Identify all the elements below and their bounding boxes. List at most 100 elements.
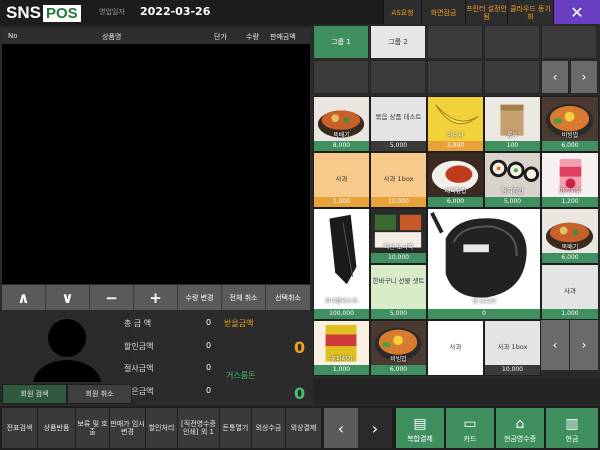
group-slot[interactable] <box>370 60 426 94</box>
chevron-right-icon: › <box>581 338 587 352</box>
product-name: 특선 도시락 <box>383 244 414 251</box>
cut-amount-value: 0 <box>206 363 212 372</box>
credit-collect-button[interactable]: 외상수금 <box>252 408 286 448</box>
group-slot[interactable] <box>313 60 369 94</box>
product-name: 뚝배기 <box>561 244 579 251</box>
product-tile[interactable]: 참치김밥 5,000 <box>484 152 541 208</box>
product-price: 5,000 <box>485 197 540 207</box>
group-slot[interactable] <box>484 60 540 94</box>
qty-change-button[interactable]: 수량 변경 <box>178 285 222 310</box>
card-payment-button[interactable]: ▭ 카드 <box>446 408 494 448</box>
product-return-button[interactable]: 상품반품 <box>38 408 76 448</box>
cash-payment-button[interactable]: ▥ 현금 <box>546 408 598 448</box>
product-tile[interactable]: 타이틀리스트 100,000 <box>313 208 370 320</box>
group-next-button[interactable]: › <box>570 60 598 94</box>
product-next-button[interactable]: › <box>570 320 598 370</box>
bank-icon: ⌂ <box>515 416 525 432</box>
product-name: 제육덮밥 <box>444 188 467 195</box>
cloud-sync-button[interactable]: 클라우드 동기화 <box>507 0 553 26</box>
product-tile[interactable]: 묶음 상품 테스트 5,000 <box>370 96 427 152</box>
hold-recall-button[interactable]: 보류 및 호출 <box>76 408 110 448</box>
product-tile[interactable]: 사과 1,000 <box>541 264 599 320</box>
product-tile[interactable]: 특선 도시락 10,000 <box>370 208 427 264</box>
product-tile[interactable]: 핑 G420 0 <box>427 208 541 320</box>
open-drawer-button[interactable]: 돈통열기 <box>220 408 252 448</box>
group-slot[interactable] <box>427 25 483 59</box>
product-tile[interactable]: 바나나 3,000 <box>427 96 484 152</box>
close-button[interactable]: ✕ <box>553 0 600 26</box>
product-grid: 뚝배기 8,000 묶음 상품 테스트 5,000 바나나 3,000 롱투 1… <box>313 96 600 376</box>
function-next-button[interactable]: › <box>358 408 392 448</box>
discount-button[interactable]: 할인처리 <box>146 408 178 448</box>
driver-icon <box>428 209 540 310</box>
group-prev-button[interactable]: ‹ <box>541 60 569 94</box>
product-tile[interactable]: 비빔밥 6,000 <box>370 320 427 376</box>
product-tile[interactable]: 한바구니 선물 셋트 5,000 <box>370 264 427 320</box>
cancel-all-button[interactable]: 전체 취소 <box>222 285 266 310</box>
item-list[interactable] <box>2 44 310 284</box>
group-slot[interactable] <box>541 25 597 59</box>
product-price: 8,000 <box>314 141 369 151</box>
screen-lock-button[interactable]: 화면잠금 <box>421 0 465 26</box>
product-price: 6,000 <box>428 197 483 207</box>
group-slot[interactable] <box>484 25 540 59</box>
printer-status-button[interactable]: 프린터 설정안됨 <box>465 0 507 26</box>
cash-receipt-button[interactable]: ⌂ 현금영수증 <box>496 408 544 448</box>
golf-club-icon <box>314 209 369 308</box>
multi-payment-label: 복합결제 <box>407 435 433 443</box>
col-product-name: 상품명 <box>102 33 122 41</box>
product-name: 핑 G420 <box>472 298 496 305</box>
group-tab-2[interactable]: 그룹 2 <box>370 25 426 59</box>
cancel-selected-button[interactable]: 선택취소 <box>266 285 310 310</box>
product-tile[interactable]: 비빔밥 6,000 <box>541 96 599 152</box>
product-price: 10,000 <box>371 197 426 207</box>
product-tile[interactable]: 딸기우유 1,200 <box>541 152 599 208</box>
product-name: 비빔밥 <box>561 132 579 139</box>
product-tile[interactable]: 사과 1box 10,000 <box>370 152 427 208</box>
receivable-amount-value: 0 <box>294 338 306 357</box>
product-price: 10,000 <box>371 253 426 263</box>
member-buttons: 회원 검색 회원 취소 <box>2 384 132 404</box>
product-name: 사과 <box>335 175 348 183</box>
qty-plus-button[interactable]: + <box>134 285 178 310</box>
group-slot[interactable] <box>427 60 483 94</box>
qty-minus-button[interactable]: − <box>90 285 134 310</box>
member-search-button[interactable]: 회원 검색 <box>2 384 67 404</box>
product-tile[interactable]: 제육덮밥 6,000 <box>427 152 484 208</box>
total-amount-label: 총 금 액 <box>124 319 152 328</box>
discount-amount-label: 할인금액 <box>124 342 154 351</box>
multi-pay-icon: ▤ <box>413 416 427 432</box>
pos-app: SNS POS 영업일자 2022-03-26 AS요청 화면잠금 프린터 설정… <box>0 0 600 450</box>
product-name: 바나나 <box>447 132 464 139</box>
product-tile[interactable]: 사과 1,000 <box>313 152 370 208</box>
product-tile[interactable]: 뚝배기 8,000 <box>313 96 370 152</box>
receipt-search-button[interactable]: 전표검색 <box>2 408 38 448</box>
list-controls: ∧ ∨ − + 수량 변경 전체 취소 선택취소 <box>2 285 310 310</box>
credit-pay-button[interactable]: 외상결제 <box>286 408 322 448</box>
scroll-down-button[interactable]: ∨ <box>46 285 90 310</box>
product-name: 한바구니 선물 셋트 <box>372 277 425 285</box>
product-tile[interactable]: 롱투 100 <box>484 96 541 152</box>
product-name: 딸기우유 <box>558 188 582 195</box>
function-prev-button[interactable]: ‹ <box>324 408 358 448</box>
as-request-button[interactable]: AS요청 <box>383 0 421 26</box>
temp-price-change-button[interactable]: 판매가 임시변경 <box>110 408 146 448</box>
scroll-up-button[interactable]: ∧ <box>2 285 46 310</box>
minus-icon: − <box>105 288 118 307</box>
change-label: 거스름돈 <box>226 371 256 380</box>
product-prev-button[interactable]: ‹ <box>541 320 569 370</box>
received-amount-value: 0 <box>206 386 212 395</box>
product-tile[interactable]: 사과 <box>427 320 484 376</box>
reprint-receipt-button[interactable]: [직전영수증 인쇄] 외 1 <box>178 408 220 448</box>
function-bar: 전표검색 상품반품 보류 및 호출 판매가 임시변경 할인처리 [직전영수증 인… <box>0 406 600 450</box>
product-name: 롱투 <box>506 132 519 139</box>
product-name: 사과 1box <box>383 175 414 183</box>
member-cancel-button[interactable]: 회원 취소 <box>67 384 132 404</box>
product-price: 1,200 <box>542 197 598 207</box>
item-list-header: No 상품명 단가 수량 판매금액 <box>2 28 310 44</box>
product-tile[interactable]: 꽃파래기 1,000 <box>313 320 370 376</box>
product-tile[interactable]: 사과 1box 10,000 <box>484 320 541 376</box>
product-tile[interactable]: 뚝배기 6,000 <box>541 208 599 264</box>
multi-payment-button[interactable]: ▤ 복합결제 <box>396 408 444 448</box>
group-tab-1[interactable]: 그룹 1 <box>313 25 369 59</box>
